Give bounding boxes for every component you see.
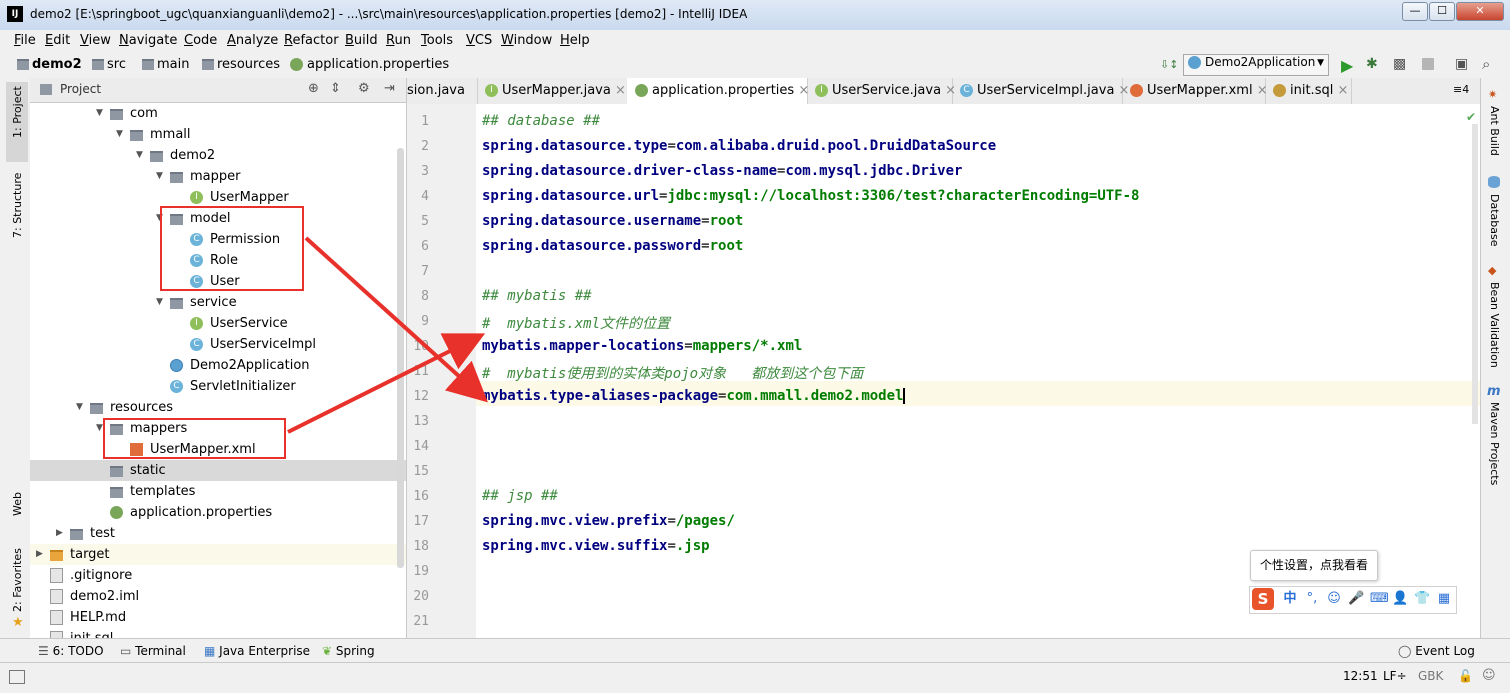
ime-tooltip: 个性设置，点我看看: [1250, 550, 1378, 581]
ime-tools-icon[interactable]: ▦: [1436, 591, 1452, 607]
ime-emoji-icon[interactable]: ☺: [1326, 591, 1342, 607]
sogou-logo-icon[interactable]: S: [1252, 588, 1274, 610]
ime-user-icon[interactable]: 👤: [1392, 591, 1408, 607]
ime-language-toggle[interactable]: 中: [1282, 591, 1298, 607]
arrow-mappers-to-locations: [287, 333, 486, 434]
ime-keyboard-icon[interactable]: ⌨: [1370, 591, 1389, 607]
ime-toolbar: S 中 °, ☺ 🎤 ⌨ 👤 👕 ▦: [1249, 586, 1457, 614]
ime-skin-icon[interactable]: 👕: [1414, 591, 1430, 607]
arrow-model-to-aliases: [304, 236, 488, 403]
ime-voice-icon[interactable]: 🎤: [1348, 591, 1364, 607]
ime-punctuation-icon[interactable]: °,: [1304, 591, 1320, 607]
